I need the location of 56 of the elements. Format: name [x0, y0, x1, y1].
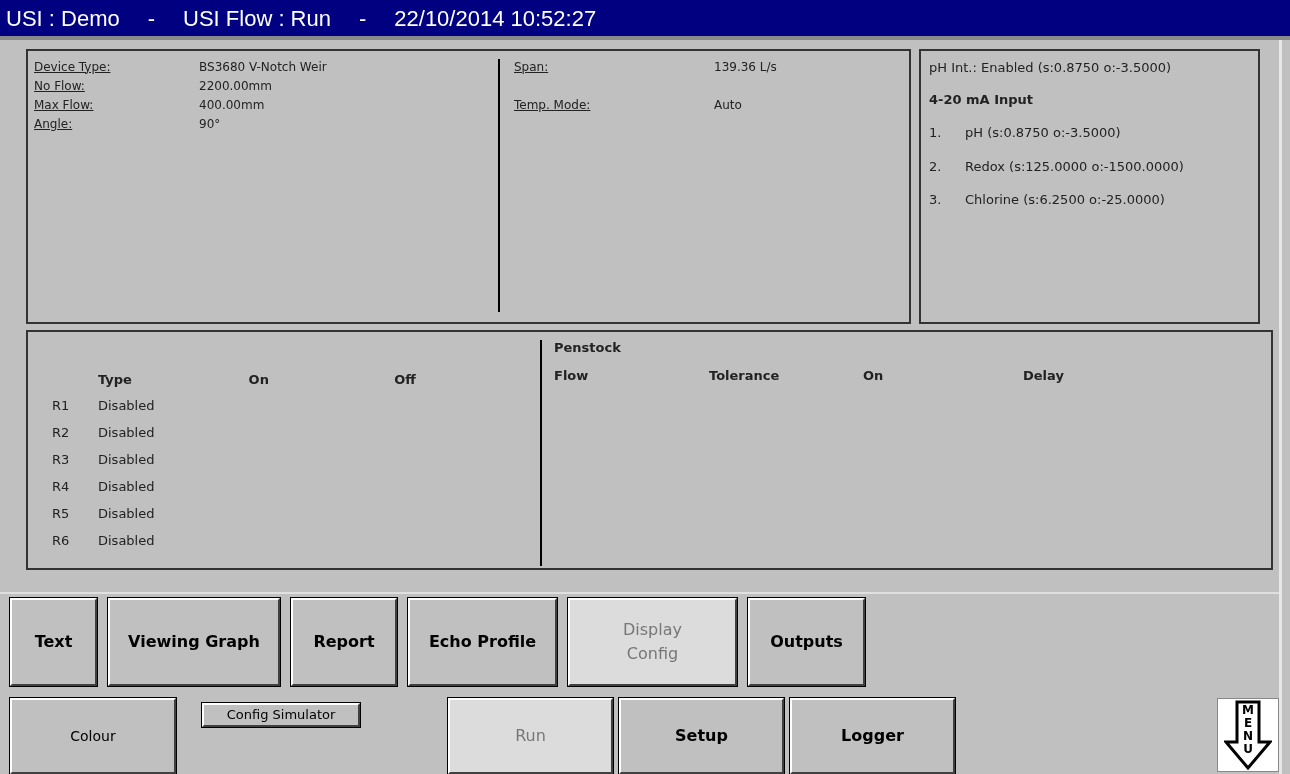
tab-button[interactable]: Echo Profile — [408, 598, 557, 686]
tab-button[interactable]: Viewing Graph — [108, 598, 280, 686]
config-simulator-button[interactable]: Config Simulator — [202, 703, 360, 727]
ph-status: pH Int.: Enabled (s:0.8750 o:-3.5000) — [929, 59, 1173, 77]
menu-button[interactable]: MENU — [1217, 698, 1279, 772]
list-number: 3. — [929, 191, 943, 209]
list-number: 2. — [929, 157, 943, 176]
nav-button[interactable]: Setup — [619, 698, 784, 774]
down-arrow-icon: MENU — [1224, 700, 1272, 770]
field-value: Auto — [714, 96, 742, 114]
field-label: Span: — [514, 58, 550, 76]
nav-button[interactable]: Logger — [790, 698, 955, 774]
section-heading: 4-20 mA Input — [929, 90, 1035, 109]
window-title: USI : Demo — [6, 4, 120, 33]
column-header: Delay — [1023, 367, 1065, 385]
relay-id: R2 — [52, 423, 71, 442]
list-number: 1. — [929, 124, 943, 142]
tab-button[interactable]: Text — [10, 598, 97, 686]
field-label: Angle: — [34, 115, 74, 133]
list-item: Chlorine (s:6.2500 o:-25.0000) — [965, 191, 1165, 209]
relay-id: R5 — [52, 504, 71, 523]
field-value: 90° — [199, 115, 221, 133]
field-value: 139.36 L/s — [714, 58, 777, 76]
column-header: Type — [98, 371, 133, 389]
window-subtitle: USI Flow : Run — [183, 4, 331, 33]
column-header: Off — [394, 371, 417, 389]
relay-type: Disabled — [98, 477, 155, 496]
relay-type: Disabled — [98, 504, 155, 523]
relay-type: Disabled — [98, 423, 155, 442]
relay-type: Disabled — [98, 531, 155, 550]
relay-id: R6 — [52, 531, 71, 550]
field-label: Device Type: — [34, 58, 112, 76]
field-label: Max Flow: — [34, 96, 95, 114]
relay-id: R3 — [52, 450, 71, 469]
relay-id: R1 — [52, 396, 71, 415]
tab-button[interactable]: Outputs — [748, 598, 865, 686]
title-separator: - — [147, 4, 156, 33]
field-value: BS3680 V-Notch Weir — [199, 58, 327, 76]
column-header: On — [248, 371, 270, 389]
penstock-title: Penstock — [554, 339, 622, 357]
list-item: pH (s:0.8750 o:-3.5000) — [965, 124, 1121, 142]
relay-type: Disabled — [98, 450, 155, 469]
list-item: Redox (s:125.0000 o:-1500.0000) — [965, 157, 1184, 176]
column-header: Flow — [554, 367, 590, 385]
field-label: No Flow: — [34, 77, 86, 95]
column-header: On — [863, 367, 885, 385]
date-time: 22/10/2014 10:52:27 — [394, 4, 597, 33]
field-label: Temp. Mode: — [514, 96, 592, 114]
column-header: Tolerance — [709, 367, 781, 385]
title-separator: - — [358, 4, 367, 33]
relay-id: R4 — [52, 477, 71, 496]
colour-button[interactable]: Colour — [10, 698, 176, 774]
field-value: 400.00mm — [199, 96, 265, 114]
relay-type: Disabled — [98, 396, 155, 415]
field-value: 2200.00mm — [199, 77, 272, 95]
tab-button[interactable]: Report — [291, 598, 397, 686]
